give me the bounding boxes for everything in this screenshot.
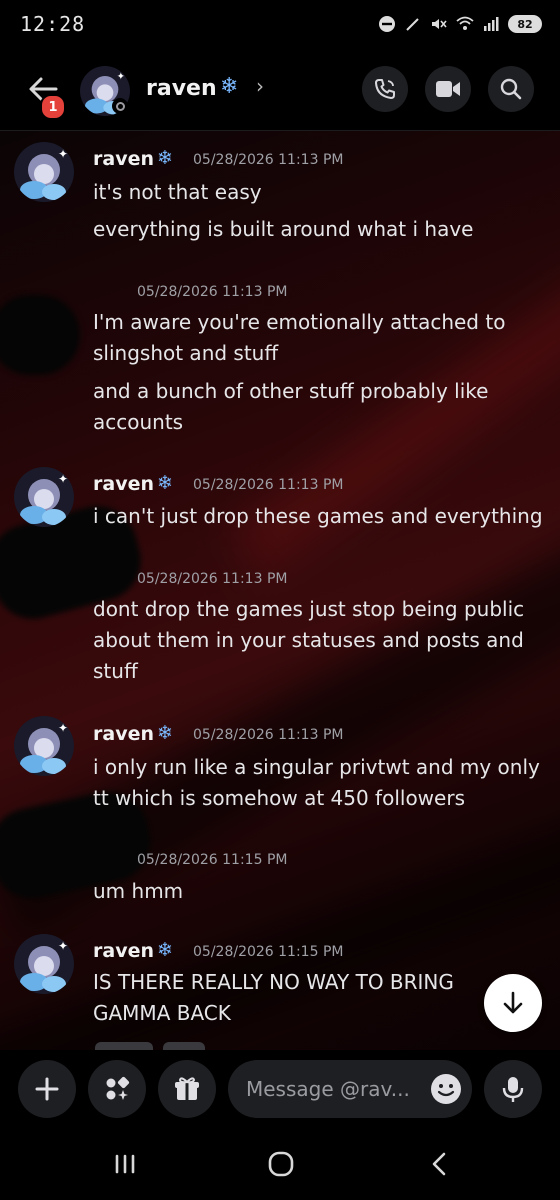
- message-composer: Message @rav...: [0, 1050, 560, 1128]
- status-time: 12:28: [20, 12, 86, 36]
- message-list[interactable]: ✦ raven ❄ 05/28/2026 11:13 PM it's not t…: [0, 130, 560, 1050]
- battery-indicator: 82: [508, 15, 542, 33]
- mute-icon: [432, 19, 447, 29]
- svg-text:✦: ✦: [58, 147, 68, 161]
- apps-button[interactable]: [88, 1060, 146, 1118]
- message-input-placeholder: Message @rav...: [246, 1077, 410, 1101]
- microphone-icon: [502, 1077, 524, 1102]
- message-text: and a bunch of other stuff probably like…: [93, 379, 489, 434]
- message-text: it's not that easy: [93, 180, 262, 204]
- svg-text:✦: ✦: [58, 721, 68, 735]
- snowflake-icon: ❄: [157, 147, 173, 169]
- message-timestamp: 05/28/2026 11:13 PM: [193, 727, 344, 743]
- search-button[interactable]: [488, 66, 534, 112]
- message-text: dont drop the games just stop being publ…: [93, 597, 525, 683]
- message-text: i only run like a singular privtwt and m…: [93, 755, 540, 810]
- jump-to-present-button[interactable]: [484, 974, 542, 1032]
- avatar[interactable]: ✦: [14, 467, 74, 527]
- avatar[interactable]: ✦: [14, 142, 74, 202]
- wifi-icon: [456, 16, 474, 30]
- chevron-right-icon[interactable]: ›: [256, 74, 264, 98]
- message-author[interactable]: raven: [93, 473, 154, 495]
- message-input[interactable]: Message @rav...: [228, 1060, 472, 1118]
- snowflake-icon: ❄: [157, 939, 173, 961]
- emoji-icon[interactable]: [428, 1071, 464, 1107]
- plus-icon: [35, 1077, 59, 1101]
- gift-button[interactable]: [158, 1060, 216, 1118]
- add-attachment-button[interactable]: [18, 1060, 76, 1118]
- svg-text:✦: ✦: [58, 939, 68, 953]
- recent-apps-icon[interactable]: [110, 1148, 140, 1180]
- message-text: I'm aware you're emotionally attached to…: [93, 310, 506, 365]
- presence-status: [112, 98, 128, 114]
- snowflake-icon: ❄: [220, 74, 239, 99]
- avatar[interactable]: ✦: [14, 716, 74, 776]
- message-timestamp: 05/28/2026 11:15 PM: [193, 944, 344, 960]
- system-navigation-bar: [0, 1128, 560, 1200]
- phone-icon: [375, 79, 395, 99]
- message-text: i can't just drop these games and everyt…: [93, 504, 543, 528]
- back-nav-icon[interactable]: [424, 1148, 454, 1180]
- search-icon: [500, 78, 522, 100]
- signal-icon: [484, 17, 499, 31]
- arrow-down-icon: [503, 991, 523, 1014]
- message-text: IS THERE REALLY NO WAY TO BRING GAMMA BA…: [93, 970, 454, 1025]
- svg-text:✦: ✦: [58, 472, 68, 486]
- message-text: um hmm: [93, 879, 184, 903]
- chat-header: 1 ✦ raven ❄ ›: [0, 54, 560, 131]
- message-timestamp: 05/28/2026 11:13 PM: [137, 284, 288, 300]
- snowflake-icon: ❄: [157, 472, 173, 494]
- video-call-button[interactable]: [425, 66, 471, 112]
- voice-message-button[interactable]: [484, 1060, 542, 1118]
- snowflake-icon: ❄: [157, 722, 173, 744]
- message-timestamp: 05/28/2026 11:13 PM: [193, 152, 344, 168]
- status-bar: 12:28 82: [0, 0, 560, 54]
- voice-call-button[interactable]: [362, 66, 408, 112]
- message-timestamp: 05/28/2026 11:13 PM: [137, 571, 288, 587]
- apps-icon: [106, 1076, 130, 1100]
- message-author[interactable]: raven: [93, 723, 154, 745]
- contact-name[interactable]: raven: [146, 76, 217, 101]
- avatar[interactable]: ✦: [14, 934, 74, 994]
- message-timestamp: 05/28/2026 11:13 PM: [193, 477, 344, 493]
- message-author[interactable]: raven: [93, 940, 154, 962]
- message-timestamp: 05/28/2026 11:15 PM: [137, 852, 288, 868]
- gift-icon: [175, 1077, 199, 1100]
- pen-icon: [406, 18, 419, 31]
- dnd-icon: [379, 16, 395, 32]
- svg-text:✦: ✦: [117, 71, 125, 82]
- home-icon[interactable]: [266, 1148, 296, 1180]
- message-text: everything is built around what i have: [93, 217, 474, 241]
- unread-badge: 1: [40, 94, 66, 120]
- video-icon: [436, 81, 460, 97]
- message-author[interactable]: raven: [93, 148, 154, 170]
